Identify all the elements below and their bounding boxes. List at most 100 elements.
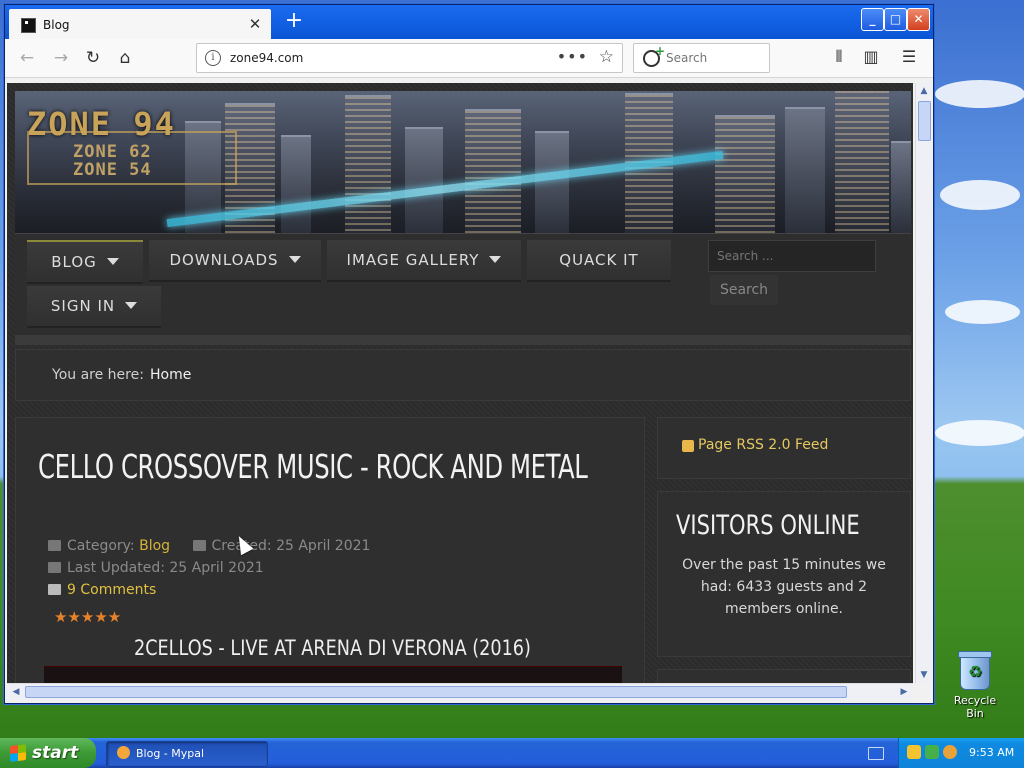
calendar-icon — [48, 562, 61, 573]
updated-date: Last Updated: 25 April 2021 — [67, 560, 264, 576]
rss-module: Page RSS 2.0 Feed — [657, 417, 911, 479]
start-label: start — [32, 743, 79, 763]
recycle-bin-label: Recycle Bin — [953, 694, 997, 720]
calendar-icon — [192, 540, 206, 551]
scroll-right-arrow-icon[interactable]: ▶ — [897, 685, 911, 699]
network-icon[interactable] — [925, 745, 939, 759]
comments-link[interactable]: 9 Comments — [67, 582, 156, 598]
visitors-module: VISITORS ONLINE Over the past 15 minutes… — [657, 491, 911, 657]
dropdown-caret-icon — [125, 302, 138, 309]
horizontal-scroll-thumb[interactable] — [25, 686, 847, 698]
desktop-cloud — [935, 420, 1024, 446]
menu-item-label: DOWNLOADS — [169, 251, 279, 269]
site-search-input[interactable] — [708, 240, 876, 272]
address-bar[interactable]: i zone94.com ••• ☆ — [196, 43, 623, 73]
menu-item-downloads[interactable]: DOWNLOADS — [149, 240, 321, 282]
sidebar-toggle-icon[interactable]: ▥ — [860, 47, 882, 66]
article-title[interactable]: CELLO CROSSOVER MUSIC - ROCK AND METAL — [38, 444, 596, 489]
rating-stars[interactable]: ★★★★★ — [54, 608, 121, 626]
menu-item-label: IMAGE GALLERY — [346, 251, 480, 269]
menu-item-label: SIGN IN — [50, 297, 116, 315]
menu-hamburger-icon[interactable]: ☰ — [898, 47, 920, 66]
home-button[interactable]: ⌂ — [113, 46, 137, 70]
recycle-bin-icon — [958, 651, 992, 690]
desktop-cloud — [935, 80, 1024, 108]
dropdown-caret-icon — [106, 258, 119, 265]
taskbar-item-label: Blog - Mypal — [136, 747, 205, 760]
back-button[interactable]: ← — [15, 46, 39, 70]
menu-item-quack-it[interactable]: QUACK IT — [527, 240, 671, 282]
page-viewport: ZONE 94 ZONE 62 ZONE 54 BLOG DOWNLOADS I… — [7, 83, 913, 683]
site-favicon-icon — [21, 18, 36, 33]
bookmark-star-icon[interactable]: ☆ — [599, 47, 614, 67]
horizontal-scrollbar[interactable]: ◀ ▶ — [7, 683, 913, 700]
comment-icon — [48, 584, 61, 595]
article-comments: 9 Comments — [48, 582, 156, 598]
visitors-title: VISITORS ONLINE — [676, 510, 860, 541]
rss-feed-link[interactable]: Page RSS 2.0 Feed — [698, 437, 828, 453]
taskbar-item-mypal[interactable]: Blog - Mypal — [106, 741, 268, 767]
desktop-cloud — [940, 180, 1020, 210]
scroll-down-arrow-icon[interactable]: ▼ — [917, 668, 931, 682]
desktop-cloud — [945, 300, 1020, 324]
new-tab-button[interactable]: + — [281, 9, 307, 35]
browser-search-input[interactable] — [664, 48, 764, 68]
forward-button[interactable]: → — [49, 46, 73, 70]
start-button[interactable]: start — [0, 738, 96, 768]
url-text: zone94.com — [230, 51, 304, 65]
recycle-bin-shortcut[interactable]: Recycle Bin — [944, 651, 1006, 720]
vertical-scroll-thumb[interactable] — [918, 101, 931, 141]
menu-item-image-gallery[interactable]: IMAGE GALLERY — [327, 240, 521, 282]
dropdown-caret-icon — [489, 256, 502, 263]
article-panel: CELLO CROSSOVER MUSIC - ROCK AND METAL C… — [15, 417, 645, 683]
menu-item-label: QUACK IT — [559, 251, 639, 269]
clock[interactable]: 9:53 AM — [969, 746, 1014, 759]
library-icon[interactable]: ⫴ — [828, 47, 850, 67]
search-engine-icon — [643, 44, 665, 67]
page-actions-icon[interactable]: ••• — [557, 47, 588, 66]
site-banner: ZONE 94 ZONE 62 ZONE 54 — [15, 91, 911, 233]
article-subtitle: 2CELLOS - LIVE AT ARENA DI VERONA (2016) — [134, 636, 531, 660]
category-label: Category: — [67, 538, 135, 554]
visitors-text: Over the past 15 minutes we had: 6433 gu… — [682, 557, 886, 617]
breadcrumb-home-link[interactable]: Home — [150, 367, 191, 383]
article-updated: Last Updated: 25 April 2021 — [48, 560, 264, 576]
system-tray: 9:53 AM — [898, 738, 1024, 768]
site-main-menu: BLOG DOWNLOADS IMAGE GALLERY QUACK IT SI… — [15, 233, 911, 336]
mypal-icon — [117, 746, 130, 759]
windows-flag-icon — [10, 744, 26, 762]
browser-search-box[interactable] — [633, 43, 770, 73]
navigation-toolbar: ← → ↻ ⌂ i zone94.com ••• ☆ ⫴ ▥ ☰ — [5, 39, 933, 78]
maximize-button[interactable]: □ — [884, 8, 907, 31]
search-icon[interactable] — [943, 745, 957, 759]
reload-button[interactable]: ↻ — [81, 46, 105, 70]
site-search-button[interactable]: Search — [710, 275, 778, 305]
divider-strip — [15, 335, 911, 345]
dropdown-caret-icon — [288, 256, 301, 263]
tab-title: Blog — [43, 18, 70, 32]
scroll-up-arrow-icon[interactable]: ▲ — [917, 84, 931, 98]
folder-icon — [48, 540, 61, 551]
minimize-button[interactable]: _ — [861, 8, 884, 31]
category-link[interactable]: Blog — [139, 538, 170, 554]
window-close-button[interactable]: ✕ — [907, 8, 930, 31]
video-embed[interactable] — [44, 666, 622, 683]
security-shield-icon[interactable] — [907, 745, 921, 759]
tab-close-icon[interactable]: ✕ — [247, 15, 263, 33]
keyboard-icon[interactable] — [868, 747, 884, 760]
vertical-scrollbar[interactable]: ▲ ▼ — [915, 83, 932, 683]
rss-icon — [682, 440, 694, 452]
menu-item-blog[interactable]: BLOG — [27, 240, 143, 284]
menu-item-label: BLOG — [51, 253, 97, 271]
breadcrumb-label: You are here: — [52, 367, 144, 383]
taskbar: start Blog - Mypal 9:53 AM — [0, 738, 1024, 768]
site-logo[interactable]: ZONE 94 ZONE 62 ZONE 54 — [27, 105, 237, 185]
browser-window: Blog ✕ + _ □ ✕ ← → ↻ ⌂ i zone94.com ••• … — [4, 4, 934, 704]
menu-item-sign-in[interactable]: SIGN IN — [27, 286, 161, 328]
tab-bar: Blog ✕ + _ □ ✕ — [5, 5, 933, 39]
article-category: Category: Blog Created: 25 April 2021 — [48, 538, 370, 554]
scroll-left-arrow-icon[interactable]: ◀ — [9, 685, 23, 699]
info-icon[interactable]: i — [205, 50, 221, 66]
tab-blog[interactable]: Blog ✕ — [9, 9, 271, 39]
breadcrumb: You are here: Home — [15, 349, 911, 401]
